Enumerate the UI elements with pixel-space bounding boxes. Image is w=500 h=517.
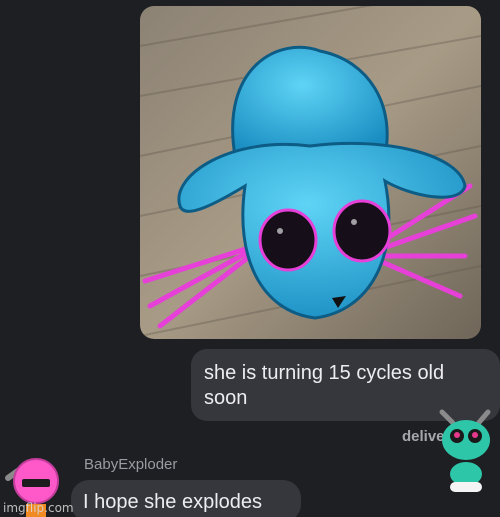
outgoing-message-text: she is turning 15 cycles old soon xyxy=(204,362,445,409)
incoming-message-text: I hope she explodes xyxy=(83,491,263,513)
teal-alien-icon xyxy=(439,409,491,492)
axolotl-creature-icon xyxy=(140,6,481,339)
watermark: imgflip.com xyxy=(3,501,74,515)
sender-username[interactable]: BabyExploder xyxy=(84,456,177,473)
shared-photo[interactable] xyxy=(140,6,481,339)
incoming-message-bubble[interactable]: I hope she explodes xyxy=(71,480,301,517)
